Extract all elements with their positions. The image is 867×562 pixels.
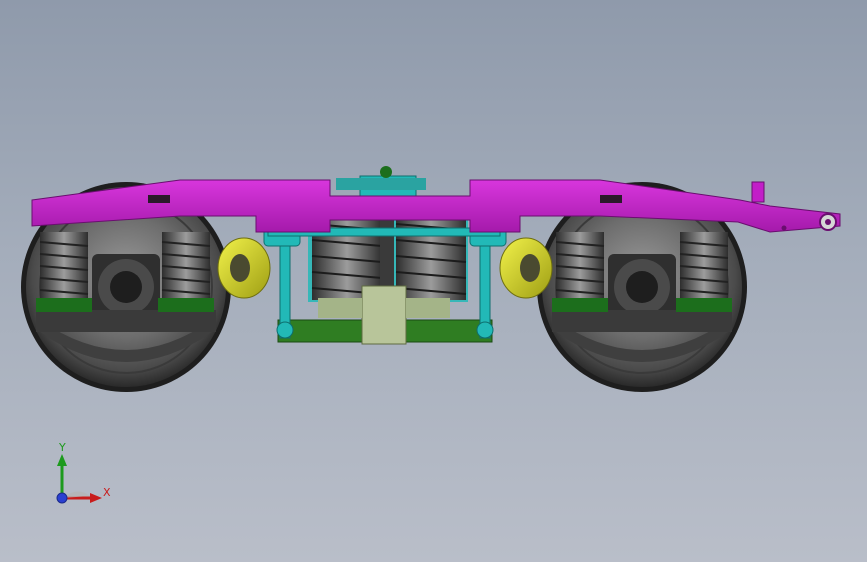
y-axis-label: Y [59,441,66,454]
right-primary-spring-2 [676,232,732,312]
left-yellow-disc [217,237,271,299]
z-axis-dot [56,492,68,504]
left-primary-spring-1 [36,232,92,312]
x-axis-label: X [103,486,111,499]
right-primary-spring-1 [552,232,608,312]
axis-triad [56,454,102,504]
left-primary-spring-2 [158,232,214,312]
cad-viewport[interactable]: Y X [0,0,867,562]
right-yellow-disc [499,237,553,299]
